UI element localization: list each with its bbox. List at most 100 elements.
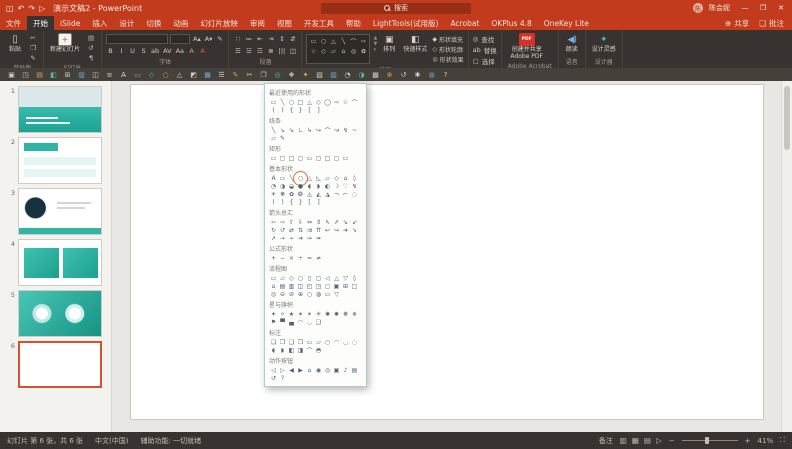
gallery-shape[interactable]: ▭ bbox=[308, 36, 318, 46]
plugin-icon-15[interactable]: ▦ bbox=[201, 69, 214, 80]
paragraph-tool-icon[interactable]: ☲ bbox=[255, 46, 264, 56]
shape-item[interactable]: ↻ bbox=[269, 226, 278, 234]
shape-item[interactable]: ◌ bbox=[350, 338, 359, 346]
shape-item[interactable]: ➙ bbox=[278, 234, 287, 242]
plugin-icon-17[interactable]: ✎ bbox=[229, 69, 242, 80]
paste-button[interactable]: ▯粘贴 bbox=[6, 32, 24, 55]
shape-item[interactable]: ◊ bbox=[350, 274, 359, 282]
shape-item[interactable]: ÷ bbox=[296, 254, 305, 262]
shape-item[interactable]: ◗ bbox=[278, 346, 287, 354]
shape-item[interactable]: ◀ bbox=[287, 366, 296, 374]
shape-item[interactable]: ➔ bbox=[341, 226, 350, 234]
shape-item[interactable]: ☆ bbox=[341, 98, 350, 106]
shape-item[interactable]: ☀ bbox=[269, 190, 278, 198]
minimize-button[interactable]: — bbox=[736, 0, 754, 16]
shape-item[interactable]: ▷ bbox=[278, 366, 287, 374]
shape-item[interactable]: ↯ bbox=[350, 182, 359, 190]
shape-item[interactable]: ⇦ bbox=[269, 218, 278, 226]
paragraph-tool-icon[interactable]: ◫ bbox=[288, 46, 297, 56]
plugin-icon-25[interactable]: ◔ bbox=[341, 69, 354, 80]
shape-item[interactable]: ○ bbox=[323, 338, 332, 346]
shape-item[interactable]: ❒ bbox=[296, 338, 305, 346]
font-style-icon[interactable]: I bbox=[117, 46, 126, 56]
shape-item[interactable]: ] bbox=[314, 198, 323, 206]
paragraph-tool-icon[interactable]: ☰ bbox=[233, 46, 242, 56]
shape-item[interactable]: { bbox=[287, 198, 296, 206]
gallery-shape[interactable]: ╲ bbox=[338, 36, 348, 46]
shape-item[interactable]: ➛ bbox=[287, 234, 296, 242]
shape-item[interactable]: ✺ bbox=[323, 310, 332, 318]
shape-item[interactable]: ▽ bbox=[341, 274, 350, 282]
shape-item[interactable]: ⇅ bbox=[296, 226, 305, 234]
slide-4-preview[interactable] bbox=[18, 239, 102, 286]
gallery-shape[interactable]: △ bbox=[328, 36, 338, 46]
shape-item[interactable]: ↳ bbox=[305, 126, 314, 134]
slide-thumbnail-1[interactable]: 1 bbox=[0, 84, 111, 135]
shape-item[interactable]: □ bbox=[350, 282, 359, 290]
shape-item[interactable]: { bbox=[287, 106, 296, 114]
slide-2-preview[interactable] bbox=[18, 137, 102, 184]
shape-item[interactable]: ➟ bbox=[314, 234, 323, 242]
quick-styles-button[interactable]: ◧快速样式 bbox=[401, 32, 429, 64]
shape-item[interactable]: ◍ bbox=[314, 290, 323, 298]
shape-fill-button[interactable]: ◆形状填充 bbox=[432, 35, 463, 44]
slide-thumbnail-3[interactable]: 3 bbox=[0, 186, 111, 237]
shape-item[interactable]: } bbox=[296, 198, 305, 206]
shape-item[interactable]: △ bbox=[305, 174, 314, 182]
shape-item[interactable]: ⇨ bbox=[278, 218, 287, 226]
plugin-icon-18[interactable]: ✂ bbox=[243, 69, 256, 80]
shape-item[interactable]: ◖ bbox=[269, 346, 278, 354]
slides-small-icon[interactable]: ¶ bbox=[85, 53, 97, 62]
shape-item[interactable]: ◡ bbox=[341, 338, 350, 346]
paragraph-tool-icon[interactable]: ⇥ bbox=[266, 34, 275, 44]
paragraph-tool-icon[interactable]: ≣ bbox=[266, 46, 275, 56]
paragraph-tool-icon[interactable]: ☱ bbox=[244, 46, 253, 56]
share-button[interactable]: ⊕ 共享 bbox=[725, 18, 749, 29]
shape-item[interactable]: ▽ bbox=[332, 290, 341, 298]
shape-item[interactable]: ◳ bbox=[314, 282, 323, 290]
shape-item[interactable]: ▱ bbox=[269, 134, 278, 142]
plugin-icon-9[interactable]: A bbox=[117, 69, 130, 80]
notes-button[interactable]: 备注 bbox=[599, 436, 613, 446]
shape-item[interactable]: ○ bbox=[287, 98, 296, 106]
plugin-icon-7[interactable]: ◫ bbox=[89, 69, 102, 80]
shape-item[interactable]: ¬ bbox=[332, 190, 341, 198]
tab-切换[interactable]: 切换 bbox=[140, 16, 167, 30]
gallery-scroll[interactable]: ▲▼▾ bbox=[373, 32, 377, 64]
shapes-gallery[interactable]: ▭○△╲⌒⇨☆◇▱⌂◎✿ bbox=[306, 34, 370, 64]
tab-开发工具[interactable]: 开发工具 bbox=[298, 16, 340, 30]
shape-item[interactable]: ◒ bbox=[287, 182, 296, 190]
shape-item[interactable]: ✵ bbox=[350, 310, 359, 318]
shape-item[interactable]: ⇘ bbox=[287, 126, 296, 134]
shape-item[interactable]: ▣ bbox=[332, 282, 341, 290]
shape-item[interactable]: ● bbox=[296, 182, 305, 190]
shape-item[interactable]: △ bbox=[332, 274, 341, 282]
shape-item[interactable]: ◠ bbox=[332, 338, 341, 346]
plugin-icon-4[interactable]: ◧ bbox=[47, 69, 60, 80]
shape-item[interactable]: ❋ bbox=[278, 190, 287, 198]
plugin-icon-28[interactable]: ⊕ bbox=[383, 69, 396, 80]
shape-item[interactable]: ↘ bbox=[278, 126, 287, 134]
shape-item[interactable]: □ bbox=[296, 98, 305, 106]
shape-item[interactable]: × bbox=[287, 254, 296, 262]
shape-item[interactable]: ▱ bbox=[314, 338, 323, 346]
zoom-out-button[interactable]: − bbox=[669, 437, 675, 445]
shape-item[interactable]: ⇔ bbox=[305, 218, 314, 226]
shape-item-highlighted[interactable]: ○ bbox=[296, 174, 305, 182]
shape-item[interactable]: ◖ bbox=[305, 182, 314, 190]
undo-icon[interactable]: ↶ bbox=[18, 4, 25, 13]
font-style-icon[interactable]: Aa bbox=[175, 46, 185, 56]
shape-item[interactable]: □ bbox=[323, 154, 332, 162]
plugin-icon-23[interactable]: ▧ bbox=[313, 69, 326, 80]
shape-item[interactable]: ◌ bbox=[350, 190, 359, 198]
shape-item[interactable]: − bbox=[278, 254, 287, 262]
gallery-shape[interactable]: ◇ bbox=[318, 46, 328, 56]
shape-item[interactable]: ⇄ bbox=[287, 226, 296, 234]
shape-item[interactable]: ≠ bbox=[314, 254, 323, 262]
clipboard-small-icon[interactable]: ✎ bbox=[27, 53, 39, 62]
paragraph-tool-icon[interactable]: ⇵ bbox=[288, 34, 297, 44]
shape-item[interactable]: ◊ bbox=[350, 174, 359, 182]
shape-item[interactable]: ▱ bbox=[278, 274, 287, 282]
shape-item[interactable]: ⚑ bbox=[269, 318, 278, 326]
plugin-icon-12[interactable]: ○ bbox=[159, 69, 172, 80]
